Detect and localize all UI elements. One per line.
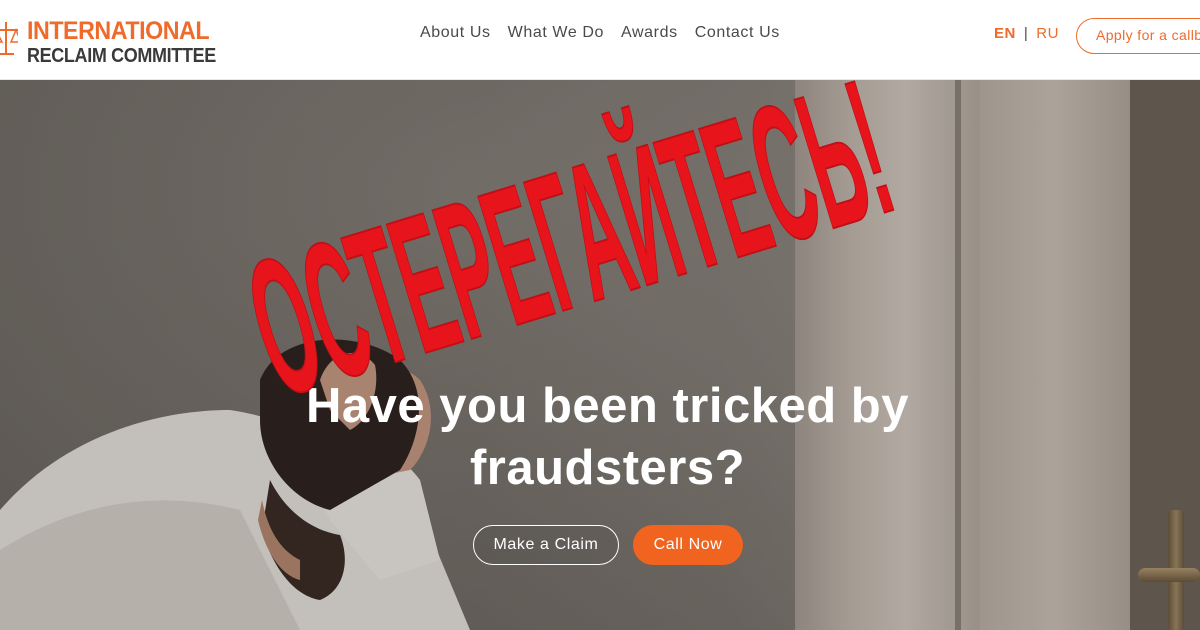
make-a-claim-button[interactable]: Make a Claim xyxy=(473,525,619,565)
hero-section: Have you been tricked by fraudsters? Mak… xyxy=(0,80,1200,630)
apply-for-callback-button[interactable]: Apply for a callb xyxy=(1076,18,1200,54)
call-now-button[interactable]: Call Now xyxy=(633,525,743,565)
site-header: INTERNATIONAL RECLAIM COMMITTEE About Us… xyxy=(0,0,1200,80)
logo-text-international: INTERNATIONAL xyxy=(27,17,210,45)
logo-text-reclaim-committee: RECLAIM COMMITTEE xyxy=(27,45,216,67)
scales-of-justice-icon xyxy=(0,22,18,55)
language-switcher: EN | RU xyxy=(994,25,1059,42)
logo[interactable]: INTERNATIONAL RECLAIM COMMITTEE xyxy=(0,8,230,68)
lang-en-link[interactable]: EN xyxy=(994,25,1016,42)
lang-ru-link[interactable]: RU xyxy=(1036,25,1059,42)
lang-separator: | xyxy=(1023,25,1029,42)
nav-what-we-do[interactable]: What We Do xyxy=(508,24,604,42)
hero-headline-line1: Have you been tricked by xyxy=(306,379,909,433)
main-nav: About Us What We Do Awards Contact Us xyxy=(420,24,797,42)
nav-about-us[interactable]: About Us xyxy=(420,24,491,42)
hero-headline: Have you been tricked by fraudsters? xyxy=(200,375,1015,499)
nav-awards[interactable]: Awards xyxy=(621,24,678,42)
hero-headline-line2: fraudsters? xyxy=(469,441,746,495)
nav-contact-us[interactable]: Contact Us xyxy=(695,24,780,42)
